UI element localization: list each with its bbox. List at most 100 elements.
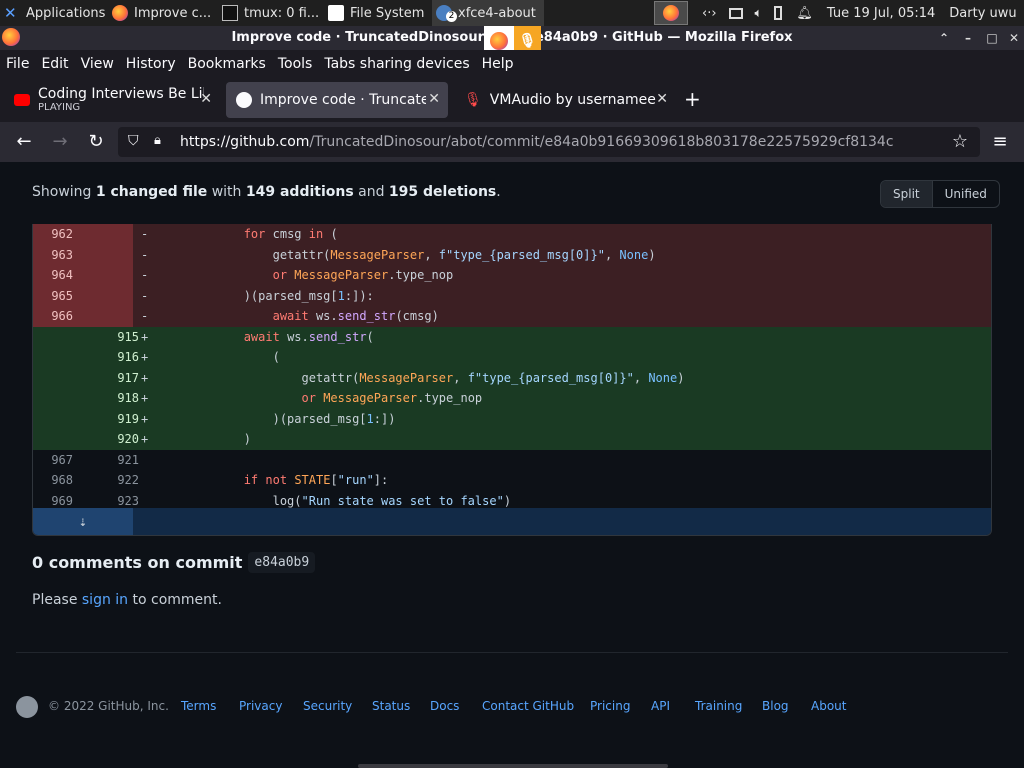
old-line-number[interactable]: 967 (33, 450, 73, 471)
url-bar[interactable]: ⛉ 🔒︎ https://github.com/TruncatedDinosou… (118, 127, 980, 157)
code-line: ( (157, 350, 280, 364)
menu-bookmarks[interactable]: Bookmarks (188, 56, 266, 72)
tab-youtube[interactable]: Coding Interviews Be Like PLAYING ✕ (4, 82, 220, 118)
new-line-number[interactable]: 918 (83, 388, 139, 409)
diff-row-del: 962 - for cmsg in ( (33, 224, 991, 245)
menu-file[interactable]: File (6, 56, 29, 72)
volume-icon[interactable]: 🔈︎ (755, 6, 763, 21)
close-window-button[interactable]: ✕ (1006, 30, 1022, 46)
menu-view[interactable]: View (81, 56, 114, 72)
footer-link-blog[interactable]: Blog (762, 699, 789, 713)
diff-marker: - (141, 247, 149, 262)
tab-playing-label: PLAYING (38, 101, 81, 113)
old-line-number[interactable]: 968 (33, 470, 73, 491)
reload-button[interactable]: ↻ (84, 130, 108, 154)
diff-row-ctx: 968 922 if not STATE["run"]: (33, 470, 991, 491)
shield-icon[interactable]: ⛉ (128, 133, 139, 149)
diff-view-toggle: Split Unified (880, 180, 1000, 208)
user-menu[interactable]: Darty uwu (949, 6, 1016, 21)
app-menu-icon[interactable]: ≡ (988, 130, 1012, 154)
tray-firefox-icon[interactable] (654, 1, 688, 25)
task-xfce4-about[interactable]: 2 xfce4-about (432, 0, 544, 26)
footer-link-pricing[interactable]: Pricing (590, 699, 630, 713)
footer-link-terms[interactable]: Terms (181, 699, 216, 713)
footer-link-privacy[interactable]: Privacy (239, 699, 282, 713)
unified-view-button[interactable]: Unified (933, 181, 999, 207)
new-line-number[interactable]: 916 (83, 347, 139, 368)
diff-row-del: 964 - or MessageParser.type_nop (33, 265, 991, 286)
diff-row-add: 915 + await ws.send_str( (33, 326, 991, 348)
diff-row-add: 920 + ) (33, 429, 991, 450)
horizontal-scrollbar[interactable] (358, 764, 668, 768)
new-line-number[interactable]: 917 (83, 368, 139, 389)
diff-marker: - (141, 309, 149, 323)
task-file-system[interactable]: File System (324, 0, 432, 26)
url-text[interactable]: https://github.com/TruncatedDinosour/abo… (180, 134, 894, 150)
close-tab-icon[interactable]: ✕ (428, 91, 440, 107)
menu-help[interactable]: Help (482, 56, 514, 72)
task-firefox[interactable]: Improve c... (108, 0, 218, 26)
code-line: getattr(MessageParser, f"type_{parsed_ms… (272, 247, 656, 262)
tab-github[interactable]: Improve code · TruncatedDinosour ✕ (226, 82, 448, 118)
network-icon[interactable]: ‹·› (702, 6, 717, 21)
clock[interactable]: Tue 19 Jul, 05:14 (827, 6, 935, 21)
old-line-number[interactable]: 962 (33, 224, 73, 245)
navigation-bar: ← → ↻ ⛉ 🔒︎ https://github.com/TruncatedD… (0, 122, 1024, 162)
lock-icon[interactable]: 🔒︎ (154, 133, 161, 148)
close-tab-icon[interactable]: ✕ (200, 91, 212, 107)
youtube-icon (14, 94, 30, 106)
battery-icon[interactable] (774, 6, 783, 20)
expand-down-icon[interactable]: ⇣ (33, 508, 133, 535)
old-line-number[interactable]: 963 (33, 245, 73, 266)
new-line-number[interactable]: 919 (83, 409, 139, 430)
menu-bar: File Edit View History Bookmarks Tools T… (0, 50, 1024, 78)
split-view-button[interactable]: Split (881, 181, 933, 207)
new-line-number[interactable]: 922 (83, 470, 139, 491)
code-line: await ws.send_str(cmsg) (272, 309, 439, 323)
footer-link-about[interactable]: About (811, 699, 846, 713)
maximize-button[interactable]: □ (984, 30, 1000, 46)
diff-marker: + (141, 350, 149, 364)
display-icon[interactable] (728, 7, 743, 19)
old-line-number[interactable]: 966 (33, 306, 73, 327)
menu-edit[interactable]: Edit (41, 56, 68, 72)
menu-history[interactable]: History (126, 56, 176, 72)
task-tmux[interactable]: tmux: 0 fi... (218, 0, 324, 26)
code-line: getattr(MessageParser, f"type_{parsed_ms… (301, 370, 685, 385)
new-tab-button[interactable]: + (684, 87, 701, 111)
code-line: or MessageParser.type_nop (301, 391, 483, 405)
footer-link-training[interactable]: Training (695, 699, 742, 713)
bookmark-star-icon[interactable]: ☆ (948, 130, 972, 154)
minimize-button[interactable]: ⌃ (936, 30, 952, 46)
window-count-badge: 2 (446, 11, 457, 22)
code-line: or MessageParser.type_nop (272, 268, 454, 282)
back-button[interactable]: ← (12, 130, 36, 154)
old-line-number[interactable]: 964 (33, 265, 73, 286)
old-line-number[interactable]: 965 (33, 286, 73, 307)
github-logo-icon[interactable] (16, 696, 38, 718)
applications-menu[interactable]: ✕ Applications (0, 0, 108, 26)
diff-marker: + (141, 329, 149, 344)
forward-button[interactable]: → (48, 130, 72, 154)
window-titlebar: Improve code · TruncatedDinosour/abot@e8… (0, 26, 1024, 56)
comments-heading: 0 comments on commit e84a0b9 (32, 552, 316, 573)
footer-link-status[interactable]: Status (372, 699, 410, 713)
tab-vmaudio[interactable]: 🎙︎ VMAudio by usernamee ✕ (454, 82, 676, 118)
footer-link-contact[interactable]: Contact GitHub (482, 699, 574, 713)
footer-link-security[interactable]: Security (303, 699, 352, 713)
menu-tools[interactable]: Tools (278, 56, 313, 72)
notifications-icon[interactable]: 🔔︎ (796, 6, 813, 21)
shade-button[interactable]: – (960, 30, 976, 46)
menu-tabs-sharing[interactable]: Tabs sharing devices (324, 56, 469, 72)
new-line-number[interactable]: 915 (83, 327, 139, 348)
code-line: )(parsed_msg[1:]) (157, 411, 396, 426)
new-line-number[interactable]: 921 (83, 450, 139, 471)
code-line: if not STATE["run"]: (243, 473, 389, 487)
new-line-number[interactable]: 920 (83, 429, 139, 450)
close-tab-icon[interactable]: ✕ (656, 91, 668, 107)
sign-in-link[interactable]: sign in (82, 592, 128, 608)
diff-row-del: 965 - )(parsed_msg[1:]): (33, 285, 991, 307)
github-icon (236, 92, 252, 108)
footer-link-docs[interactable]: Docs (430, 699, 459, 713)
footer-link-api[interactable]: API (651, 699, 670, 713)
